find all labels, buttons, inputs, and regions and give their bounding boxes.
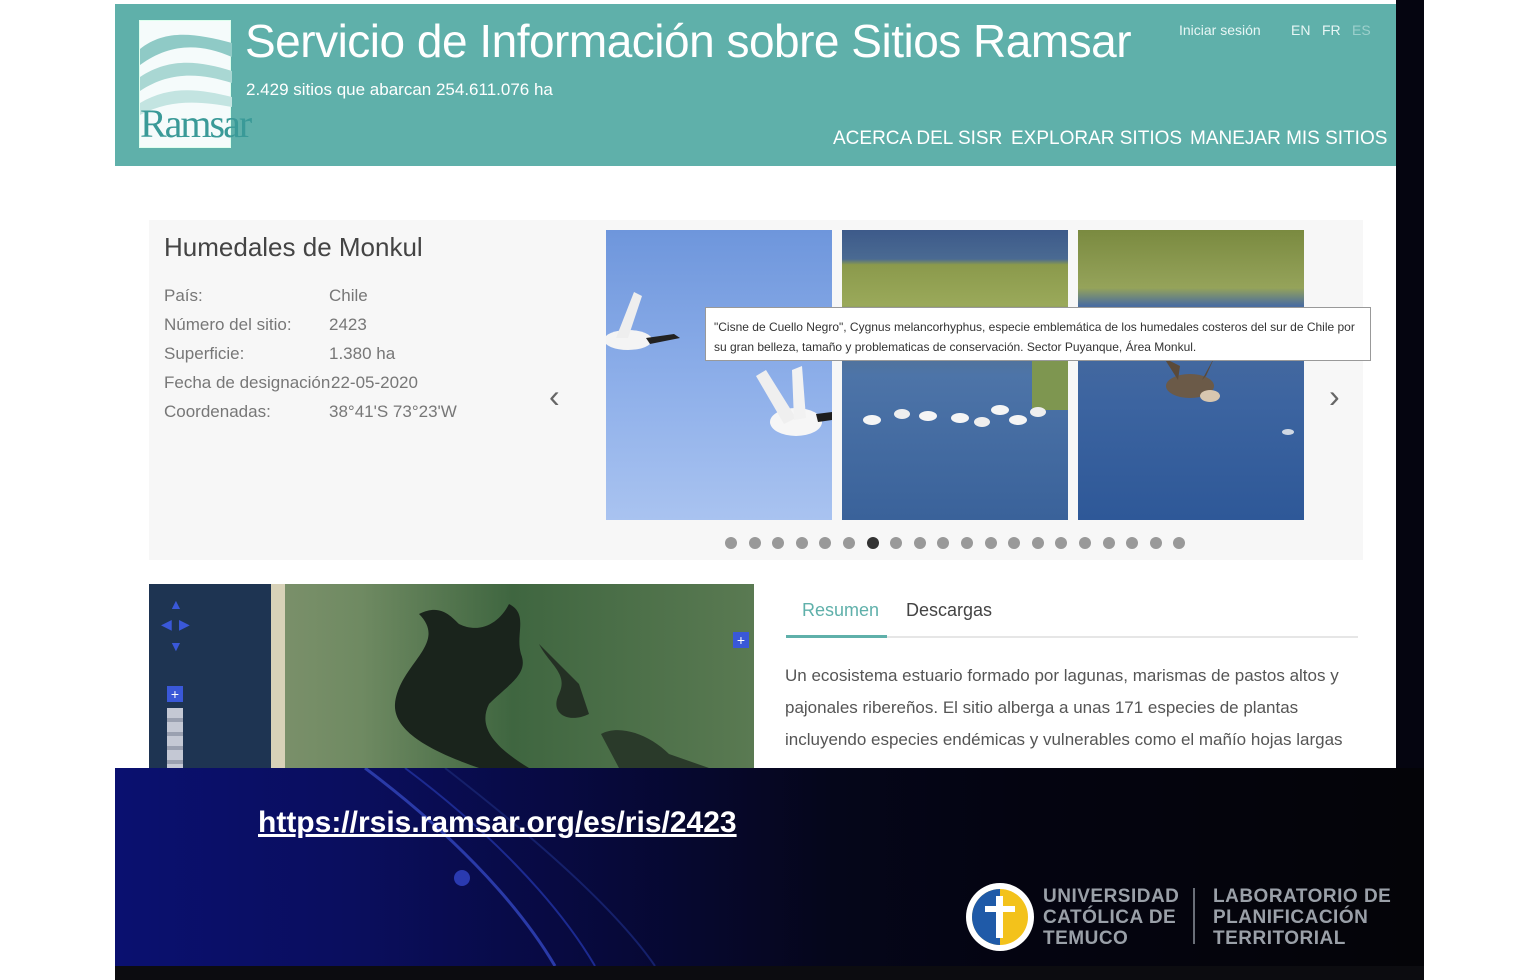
uct-logo <box>965 882 1035 952</box>
carousel-dot[interactable] <box>1008 537 1021 549</box>
carousel-prev-icon[interactable]: ‹ <box>549 378 560 415</box>
site-name: Humedales de Monkul <box>164 232 423 262</box>
lab-line-3: TERRITORIAL <box>1213 928 1346 949</box>
lab-line-1: LABORATORIO DE <box>1213 886 1392 907</box>
carousel-dot[interactable] <box>913 537 926 549</box>
field-value-country: Chile <box>329 286 368 305</box>
carousel-dot[interactable] <box>960 537 973 549</box>
carousel-photo-duck[interactable] <box>1078 230 1304 520</box>
carousel-dot[interactable] <box>1173 537 1186 549</box>
photo-caption-tooltip: "Cisne de Cuello Negro", Cygnus melancor… <box>705 307 1371 361</box>
lang-fr[interactable]: FR <box>1322 22 1341 38</box>
map-layer-switcher-icon[interactable]: + <box>733 632 749 648</box>
carousel-dot[interactable] <box>1031 537 1044 549</box>
map-pan-up-icon[interactable]: ▲ <box>169 596 183 612</box>
right-margin <box>1424 0 1540 980</box>
carousel-dot[interactable] <box>1149 537 1162 549</box>
ramsar-webpage: Ramsar Servicio de Información sobre Sit… <box>115 0 1396 768</box>
carousel-dot[interactable] <box>984 537 997 549</box>
footer-divider <box>1193 888 1195 944</box>
site-summary-text: Un ecosistema estuario formado por lagun… <box>785 666 1343 749</box>
satellite-map-image <box>149 584 754 768</box>
ris-url-link[interactable]: https://rsis.ramsar.org/es/ris/2423 <box>258 806 737 840</box>
university-line-3: TEMUCO <box>1043 928 1129 949</box>
carousel-dot[interactable] <box>748 537 761 549</box>
lang-es[interactable]: ES <box>1352 22 1371 38</box>
map-pan-left-icon[interactable]: ◀ <box>161 616 172 633</box>
ramsar-logo[interactable]: Ramsar <box>139 20 252 148</box>
left-margin <box>0 0 115 980</box>
site-map[interactable]: ▲ ◀ ▶ ▼ + + <box>149 584 754 768</box>
carousel-dot[interactable] <box>1102 537 1115 549</box>
nav-manage-sites[interactable]: MANEJAR MIS SITIOS <box>1190 128 1387 150</box>
site-info-panel: Humedales de Monkul País: Chile Número d… <box>149 220 1371 560</box>
carousel-dot[interactable] <box>842 537 855 549</box>
carousel-dot[interactable] <box>772 537 785 549</box>
site-header: Ramsar Servicio de Información sobre Sit… <box>115 4 1396 166</box>
field-label-country: País: <box>164 286 203 305</box>
tab-summary[interactable]: Resumen <box>802 600 879 621</box>
map-controls: ▲ ◀ ▶ ▼ + <box>161 596 193 768</box>
nav-explore-sites[interactable]: EXPLORAR SITIOS <box>1011 128 1182 150</box>
duck-photo-image <box>1164 354 1294 435</box>
lab-line-2: PLANIFICACIÓN <box>1213 907 1369 928</box>
lang-en[interactable]: EN <box>1291 22 1310 38</box>
carousel-dot[interactable] <box>890 537 903 549</box>
tab-active-indicator <box>786 635 887 638</box>
carousel-dot[interactable] <box>725 537 737 549</box>
map-zoom-slider[interactable] <box>167 708 183 768</box>
map-pan-right-icon[interactable]: ▶ <box>179 616 190 633</box>
carousel-next-icon[interactable]: › <box>1329 378 1340 415</box>
map-pan-down-icon[interactable]: ▼ <box>169 638 183 654</box>
site-subtitle: 2.429 sitios que abarcan 254.611.076 ha <box>246 80 553 99</box>
carousel-dot[interactable] <box>1126 537 1139 549</box>
carousel-dot[interactable] <box>1078 537 1091 549</box>
carousel-photo-gulls[interactable] <box>842 230 1068 520</box>
carousel-dot[interactable] <box>795 537 808 549</box>
field-value-site-number: 2423 <box>329 315 367 334</box>
university-line-2: CATÓLICA DE <box>1043 907 1177 928</box>
tab-downloads[interactable]: Descargas <box>906 600 992 621</box>
field-label-area: Superficie: <box>164 344 245 363</box>
site-title: Servicio de Información sobre Sitios Ram… <box>245 15 1132 67</box>
field-value-coordinates: 38°41'S 73°23'W <box>329 402 457 421</box>
slide-bottom-edge <box>115 966 1424 980</box>
presentation-footer: https://rsis.ramsar.org/es/ris/2423 UNIV… <box>115 768 1424 966</box>
logo-wordmark: Ramsar <box>140 101 252 146</box>
field-value-designation-date: 22-05-2020 <box>331 373 418 392</box>
field-label-site-number: Número del sitio: <box>164 315 292 334</box>
map-zoom-in-icon[interactable]: + <box>167 686 183 702</box>
carousel-dot[interactable] <box>937 537 950 549</box>
carousel-dot[interactable] <box>819 537 832 549</box>
lab-name: LABORATORIO DE PLANIFICACIÓN TERRITORIAL <box>1213 886 1391 949</box>
carousel-dot[interactable] <box>1055 537 1068 549</box>
field-label-designation-date: Fecha de designación: <box>164 373 336 392</box>
swan-photo-image <box>606 292 832 436</box>
university-line-1: UNIVERSIDAD <box>1043 886 1180 907</box>
field-label-coordinates: Coordenadas: <box>164 402 271 421</box>
slide-right-edge <box>1396 0 1424 768</box>
field-value-area: 1.380 ha <box>329 344 396 363</box>
nav-about[interactable]: ACERCA DEL SISR <box>833 128 1002 150</box>
carousel-dots[interactable] <box>725 537 1186 551</box>
carousel-dot[interactable] <box>866 537 879 549</box>
university-name: UNIVERSIDAD CATÓLICA DE TEMUCO <box>1043 886 1179 949</box>
carousel-photo-swans[interactable] <box>606 230 832 520</box>
login-link[interactable]: Iniciar sesión <box>1179 22 1261 38</box>
gulls-photo-image <box>863 350 1068 427</box>
uct-emblem-icon <box>966 883 1034 951</box>
